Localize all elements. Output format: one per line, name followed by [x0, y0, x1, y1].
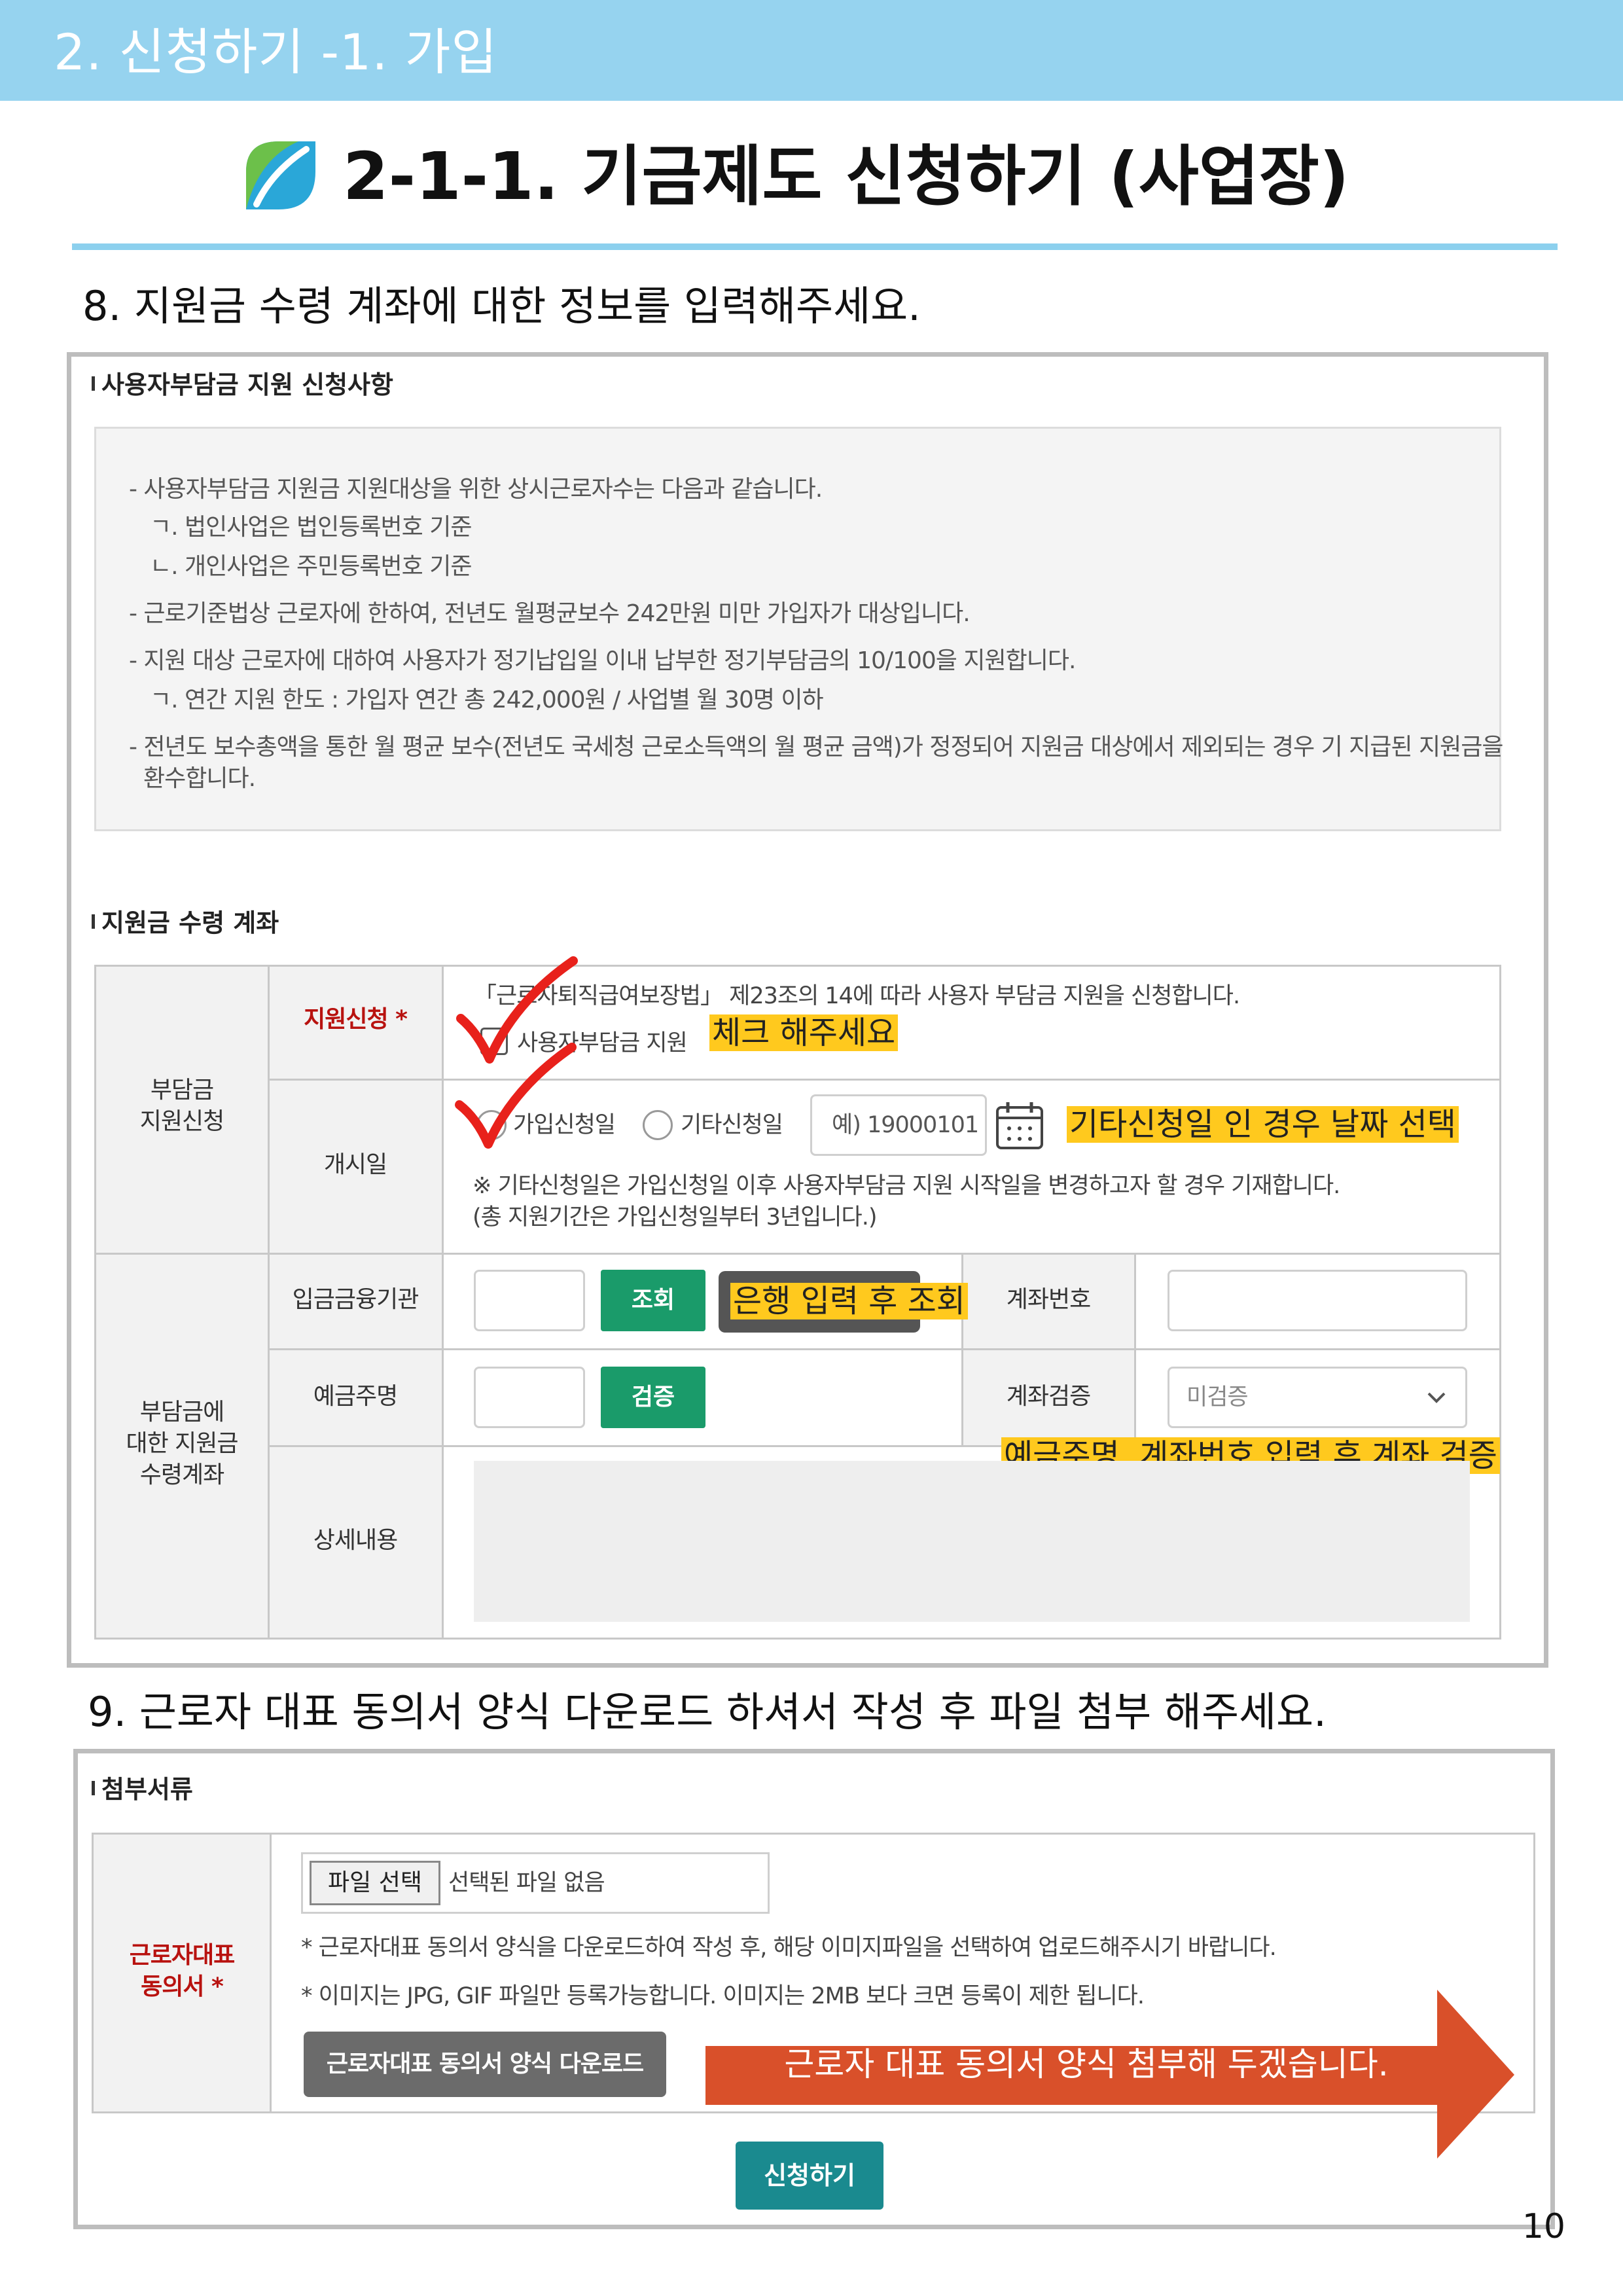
label-account-verify: 계좌검증	[1006, 1383, 1091, 1410]
download-consent-form-button[interactable]: 근로자대표 동의서 양식 다운로드	[304, 2032, 666, 2097]
radio-other-date-label: 기타신청일	[681, 1112, 783, 1138]
start-date-note-2: (총 지원기간은 가입신청일부터 3년입니다.)	[473, 1204, 877, 1230]
account-number-input[interactable]	[1168, 1270, 1467, 1331]
label-account-holder: 예금주명	[313, 1383, 398, 1410]
callout-bank: 은행 입력 후 조회	[730, 1283, 968, 1319]
notice-line: ㄱ. 연간 지원 한도 : 가입자 연간 총 242,000원 / 사업별 월 …	[150, 687, 824, 713]
step9-instruction: 9. 근로자 대표 동의서 양식 다운로드 하셔서 작성 후 파일 첨부 해주세…	[88, 1688, 1327, 1736]
callout-other-date: 기타신청일 인 경우 날짜 선택	[1067, 1106, 1459, 1143]
notice-line: - 사용자부담금 지원금 지원대상을 위한 상시근로자수는 다음과 같습니다.	[129, 476, 823, 503]
page-title: 2-1-1. 기금제도 신청하기 (사업장)	[343, 138, 1349, 215]
verify-button[interactable]: 검증	[601, 1367, 705, 1428]
attachment-note: * 근로자대표 동의서 양식을 다운로드하여 작성 후, 해당 이미지파일을 선…	[301, 1935, 1277, 1961]
notice-line: 환수합니다.	[143, 765, 256, 792]
file-select-button[interactable]: 파일 선택	[310, 1861, 440, 1905]
account-holder-input[interactable]	[474, 1367, 585, 1428]
notice-line: - 전년도 보수총액을 통한 월 평균 보수(전년도 국세청 근로소득액의 월 …	[129, 734, 1503, 761]
notice-line: - 근로기준법상 근로자에 한하여, 전년도 월평균보수 242만원 미만 가입…	[129, 600, 971, 627]
label-detail: 상세내용	[313, 1527, 398, 1554]
label-account-number: 계좌번호	[1006, 1286, 1091, 1313]
verify-status-select[interactable]: 미검증	[1168, 1367, 1467, 1428]
submit-button[interactable]: 신청하기	[736, 2142, 883, 2210]
section-title-attachments: 첨부서류	[92, 1775, 193, 1804]
file-input[interactable]: 파일 선택 선택된 파일 없음	[301, 1852, 770, 1914]
notice-box: - 사용자부담금 지원금 지원대상을 위한 상시근로자수는 다음과 같습니다. …	[94, 427, 1503, 831]
bank-input[interactable]	[474, 1270, 585, 1331]
banner-title: 2. 신청하기 -1. 가입	[54, 23, 498, 81]
title-divider	[72, 243, 1558, 250]
file-status: 선택된 파일 없음	[448, 1870, 605, 1896]
detail-textarea[interactable]	[474, 1461, 1470, 1622]
start-date-note: ※ 기타신청일은 가입신청일 이후 사용자부담금 지원 시작일을 변경하고자 할…	[473, 1173, 1340, 1199]
group-header-apply: 부담금 지원신청	[139, 1077, 224, 1135]
label-consent-form: 근로자대표 동의서 *	[129, 1942, 236, 2000]
leaf-logo-icon	[246, 141, 315, 209]
radio-other-date[interactable]	[643, 1110, 673, 1140]
table-group-header-bg	[96, 966, 268, 1639]
step8-instruction: 8. 지원금 수령 계좌에 대한 정보를 입력해주세요.	[82, 282, 921, 330]
section-title-account: 지원금 수령 계좌	[92, 908, 279, 937]
red-checkmark-icon	[455, 1043, 577, 1149]
section-title-application: 사용자부담금 지원 신청사항	[92, 370, 393, 399]
apply-law-text: 「근로자퇴직급여보장법」 제23조의 14에 따라 사용자 부담금 지원을 신청…	[474, 983, 1240, 1009]
notice-line: ㄱ. 법인사업은 법인등록번호 기준	[150, 514, 472, 541]
page-number: 10	[1522, 2207, 1565, 2246]
label-apply: 지원신청 *	[304, 1006, 408, 1033]
notice-line: - 지원 대상 근로자에 대하여 사용자가 정기납입일 이내 납부한 정기부담금…	[129, 647, 1076, 674]
label-bank: 입금금융기관	[292, 1286, 419, 1313]
chevron-down-icon	[1427, 1392, 1446, 1403]
lookup-button[interactable]: 조회	[601, 1270, 705, 1331]
notice-line: ㄴ. 개인사업은 주민등록번호 기준	[150, 553, 472, 580]
date-input[interactable]: 예) 19000101	[810, 1094, 987, 1156]
table-label-column-bg-right	[962, 1254, 1135, 1446]
callout-check: 체크 해주세요	[709, 1014, 899, 1051]
group-header-account: 부담금에 대한 지원금 수령계좌	[126, 1399, 238, 1488]
calendar-icon[interactable]	[993, 1100, 1046, 1152]
label-start-date: 개시일	[323, 1151, 387, 1178]
arrow-callout-text: 근로자 대표 동의서 양식 첨부해 두겠습니다.	[784, 2045, 1389, 2083]
